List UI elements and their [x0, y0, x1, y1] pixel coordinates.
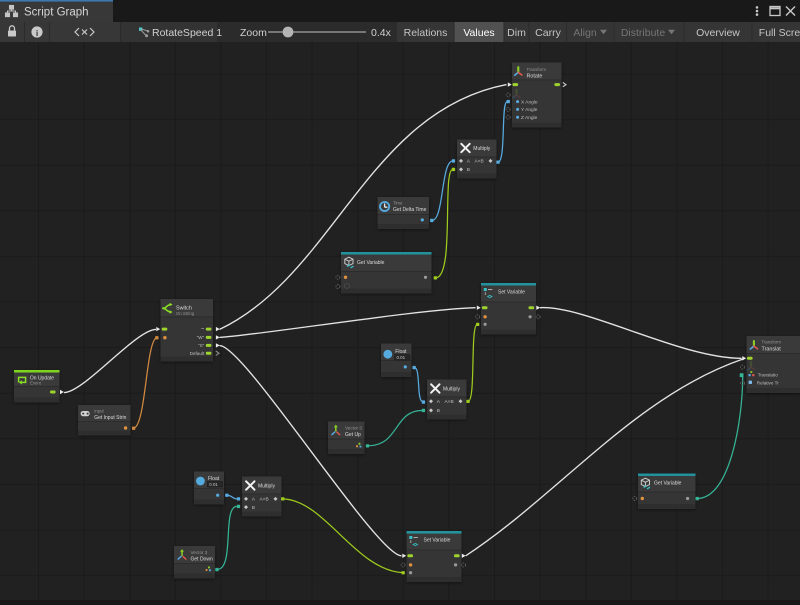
- svg-text:Event: Event: [30, 380, 41, 385]
- svg-text:Set Variable: Set Variable: [498, 290, 525, 296]
- svg-text:0.4x: 0.4x: [371, 27, 392, 39]
- svg-text:“”: “”: [201, 327, 205, 332]
- svg-text:“W”: “W”: [197, 335, 205, 340]
- svg-text:Set Variable: Set Variable: [424, 538, 451, 544]
- svg-text:Translatio: Translatio: [758, 373, 778, 378]
- svg-text:B: B: [252, 505, 255, 511]
- svg-text:Time: Time: [393, 201, 403, 206]
- svg-text:Multiply: Multiply: [443, 387, 460, 393]
- svg-text:B: B: [437, 408, 440, 414]
- svg-text:Get Down: Get Down: [191, 557, 213, 563]
- svg-text:X Angle: X Angle: [521, 99, 538, 105]
- svg-text:Input: Input: [94, 408, 104, 413]
- svg-text:Zoom: Zoom: [240, 27, 267, 39]
- svg-text:A×B: A×B: [475, 159, 484, 165]
- svg-text:Transform: Transform: [762, 340, 782, 345]
- svg-text:Distribute: Distribute: [621, 27, 666, 39]
- svg-text:Multiply: Multiply: [473, 146, 490, 152]
- svg-text:i: i: [36, 28, 38, 38]
- svg-text:Get Up: Get Up: [345, 432, 361, 438]
- svg-text:Get Variable: Get Variable: [654, 481, 682, 487]
- svg-text:Get Delta Time: Get Delta Time: [393, 207, 427, 213]
- svg-text:Transform: Transform: [527, 67, 547, 72]
- svg-text:Default: Default: [190, 351, 205, 356]
- svg-text:A×B: A×B: [445, 399, 454, 405]
- svg-text:B: B: [467, 167, 470, 173]
- svg-text:Values: Values: [463, 27, 494, 39]
- svg-text:0.01: 0.01: [397, 355, 406, 360]
- svg-text:Overview: Overview: [696, 27, 740, 39]
- svg-text:Multiply: Multiply: [258, 484, 275, 490]
- svg-text:Vector 3: Vector 3: [345, 426, 362, 431]
- svg-text:Carry: Carry: [535, 27, 561, 39]
- svg-text:0.01: 0.01: [209, 482, 218, 487]
- svg-text:Rotate: Rotate: [527, 73, 543, 79]
- svg-text:Script Graph: Script Graph: [24, 7, 89, 19]
- svg-text:Get Variable: Get Variable: [357, 260, 385, 266]
- svg-text:Translat: Translat: [762, 347, 782, 353]
- svg-text:“S”: “S”: [198, 343, 205, 348]
- svg-text:A×B: A×B: [260, 497, 269, 503]
- svg-text:Dim: Dim: [507, 27, 526, 39]
- svg-text:Relations: Relations: [404, 27, 448, 39]
- svg-text:Z Angle: Z Angle: [521, 115, 538, 121]
- svg-text:RotateSpeed 1: RotateSpeed 1: [152, 27, 222, 39]
- svg-text:Align: Align: [573, 27, 597, 39]
- svg-text:On String: On String: [176, 311, 195, 316]
- svg-text:Vector 3: Vector 3: [191, 550, 208, 555]
- svg-text:Full Scre: Full Scre: [759, 27, 800, 39]
- svg-text:Relative Tr: Relative Tr: [757, 380, 779, 385]
- svg-text:Y Angle: Y Angle: [521, 107, 538, 113]
- svg-text:Get Input Strin: Get Input Strin: [94, 415, 126, 421]
